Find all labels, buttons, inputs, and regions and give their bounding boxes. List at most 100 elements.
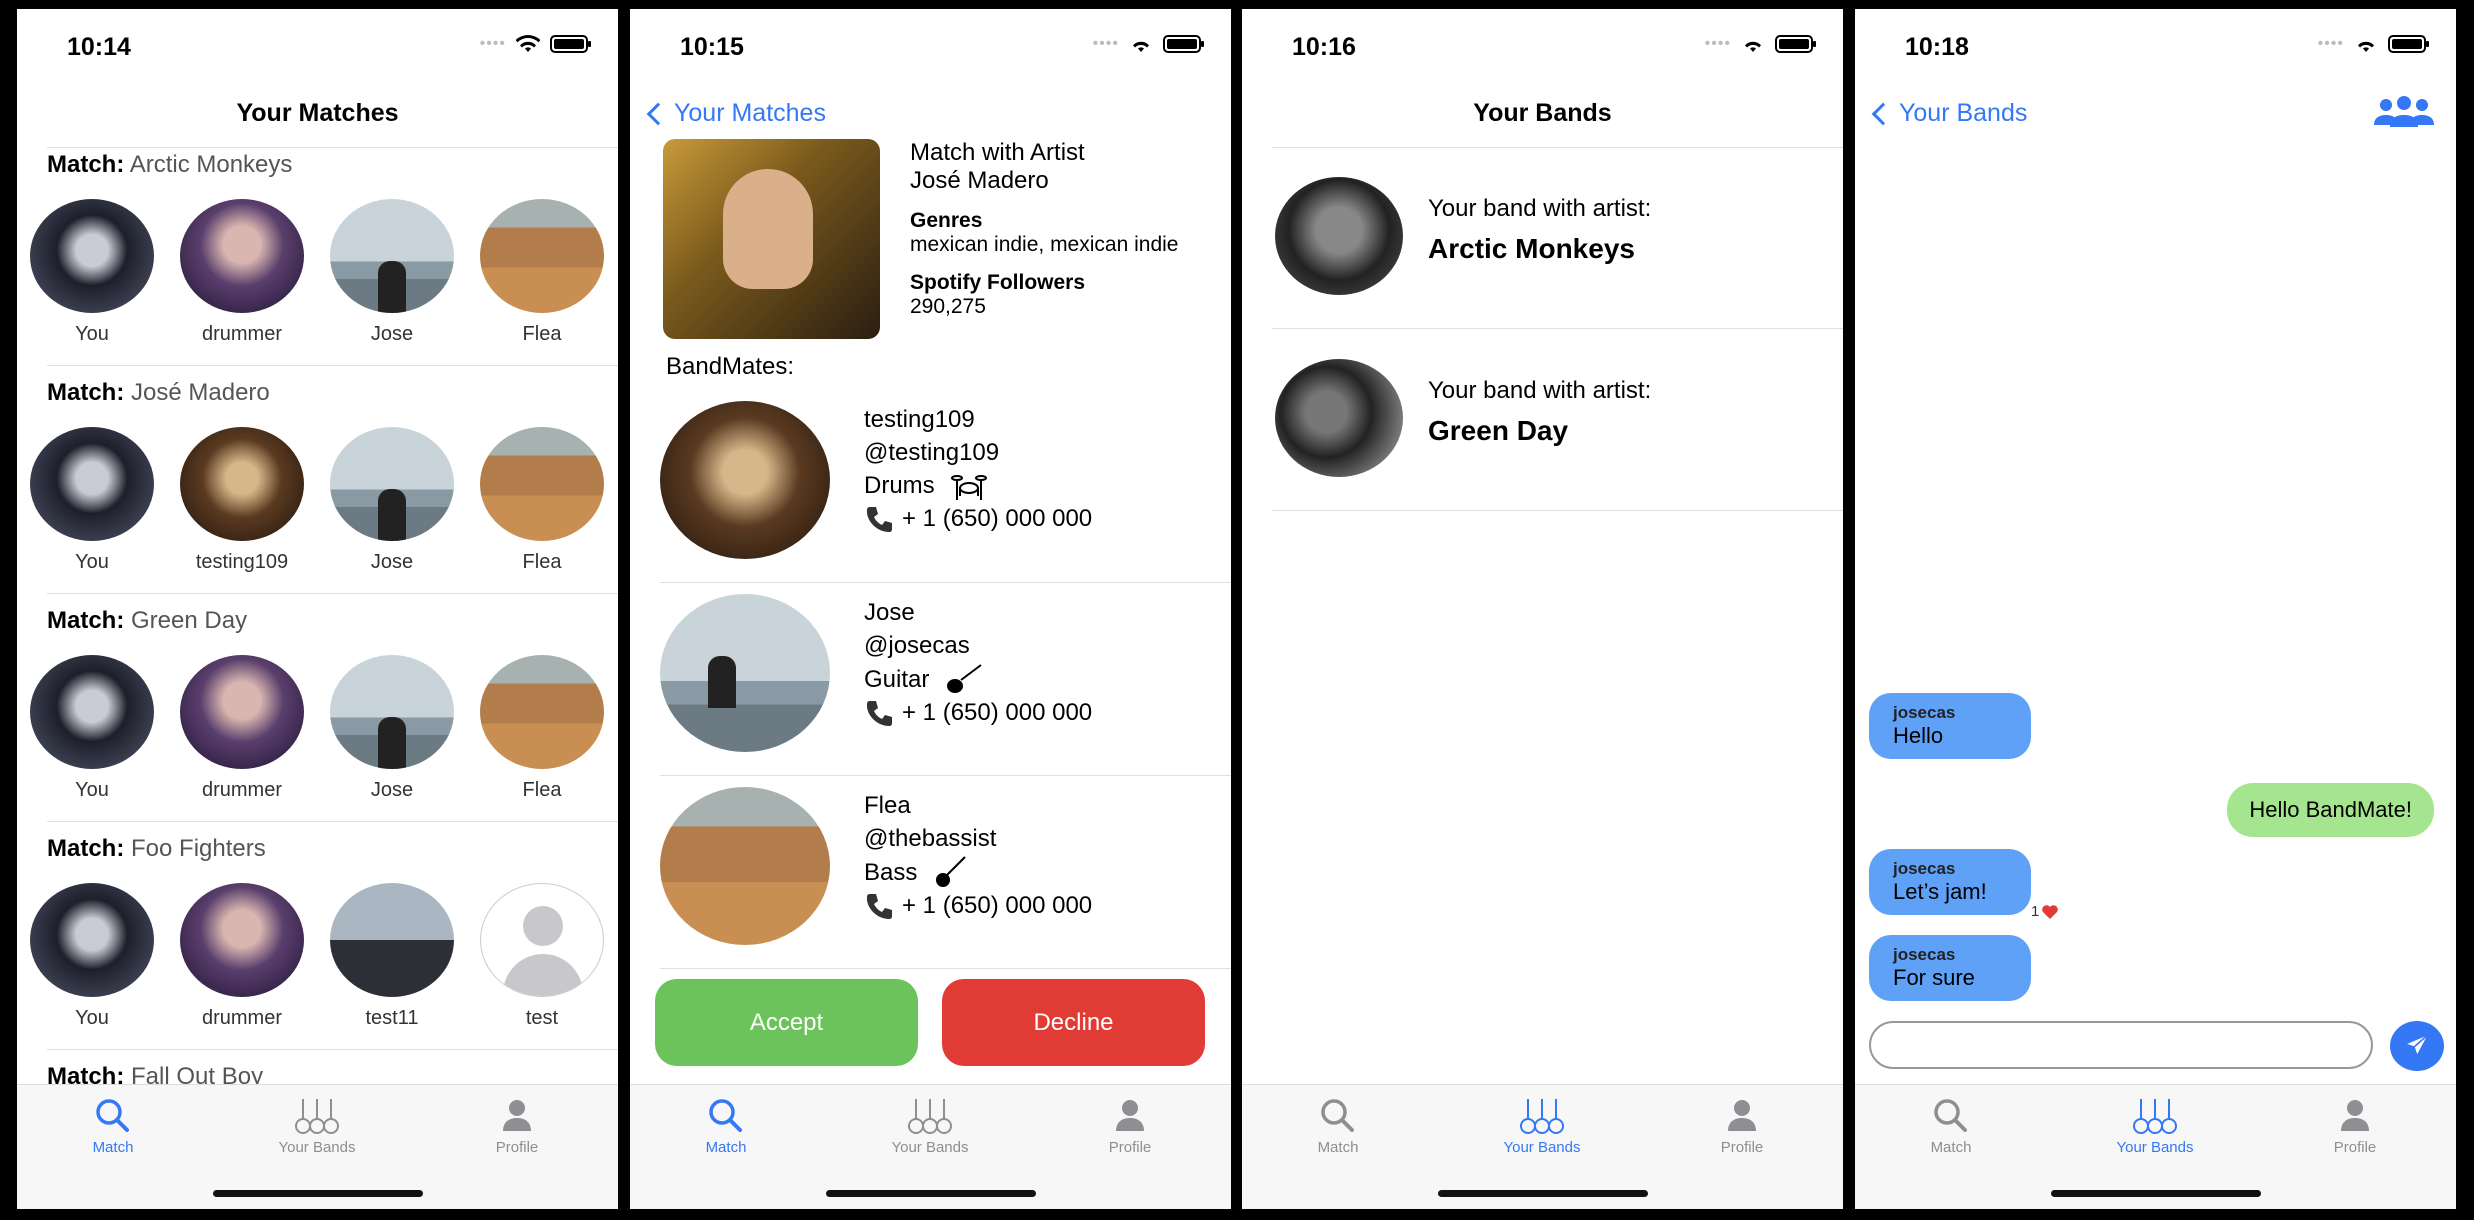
- member-name: Jose: [370, 551, 414, 573]
- band-row[interactable]: Your band with artist: Arctic Monkeys: [1242, 147, 1843, 329]
- match-label: Match:: [47, 835, 125, 862]
- member-tile[interactable]: You: [27, 883, 157, 1030]
- member-name: Flea: [522, 323, 562, 345]
- heart-icon: [2042, 904, 2059, 919]
- member-tile[interactable]: Flea: [477, 427, 607, 574]
- home-indicator: [825, 1190, 1036, 1197]
- tab-profile[interactable]: Profile: [1060, 1097, 1200, 1156]
- bass-icon: [936, 856, 967, 887]
- tab-match[interactable]: Match: [656, 1097, 796, 1156]
- search-icon: [96, 1099, 129, 1132]
- avatar: [30, 427, 154, 541]
- member-tile[interactable]: Flea: [477, 199, 607, 346]
- member-tile[interactable]: drummer: [177, 199, 307, 346]
- wifi-icon: [1745, 41, 1761, 52]
- status-bar: 10:14 ••••: [17, 9, 618, 79]
- message-text: Hello: [1893, 723, 1944, 748]
- band-details: Your band with artist: Green Day: [1428, 377, 1651, 447]
- member-name: You: [75, 551, 109, 573]
- tab-bar: Match Your Bands Profile: [1855, 1084, 2456, 1209]
- tab-match[interactable]: Match: [1268, 1097, 1408, 1156]
- home-indicator: [1437, 1190, 1648, 1197]
- bandmate-phone[interactable]: + 1 (650) 000 000: [864, 502, 1092, 535]
- nav-bar: Your Matches: [630, 79, 1231, 147]
- member-tile[interactable]: Jose: [327, 199, 457, 346]
- tab-profile[interactable]: Profile: [1672, 1097, 1812, 1156]
- match-header: Match: Arctic Monkeys: [47, 151, 292, 179]
- tab-match[interactable]: Match: [1881, 1097, 2021, 1156]
- member-tile[interactable]: drummer: [177, 883, 307, 1030]
- member-tile[interactable]: You: [27, 199, 157, 346]
- member-name: test: [525, 1007, 559, 1029]
- member-tile[interactable]: Jose: [327, 427, 457, 574]
- drums-icon: [950, 474, 987, 500]
- battery-icon: [2388, 35, 2429, 53]
- status-icons: ••••: [1705, 35, 1816, 53]
- tab-your-bands[interactable]: Your Bands: [2085, 1097, 2225, 1156]
- back-button[interactable]: Your Bands: [1869, 99, 2027, 128]
- member-tile[interactable]: test11: [327, 883, 457, 1030]
- chat-bubble-received: josecas For sure: [1869, 935, 2031, 1001]
- tab-your-bands[interactable]: Your Bands: [247, 1097, 387, 1156]
- tab-label: Profile: [1108, 1139, 1152, 1156]
- avatar: [330, 655, 454, 769]
- role-label: Drums: [864, 472, 935, 499]
- tab-label: Profile: [2333, 1139, 2377, 1156]
- tab-profile[interactable]: Profile: [447, 1097, 587, 1156]
- avatar: [30, 883, 154, 997]
- member-tile[interactable]: You: [27, 427, 157, 574]
- back-button[interactable]: Your Matches: [644, 99, 826, 128]
- member-name: testing109: [195, 551, 289, 573]
- battery-icon: [1163, 35, 1204, 53]
- bandmate-role: Drums: [864, 469, 1092, 502]
- bandmate-row[interactable]: testing109 @testing109 Drums + 1 (650) 0…: [630, 393, 1231, 583]
- screen-your-matches: 10:14 •••• Your Matches Match: Arctic Mo…: [17, 9, 618, 1209]
- message-input[interactable]: [1869, 1021, 2373, 1069]
- tab-profile[interactable]: Profile: [2285, 1097, 2425, 1156]
- tab-label: Profile: [1720, 1139, 1764, 1156]
- member-tile[interactable]: You: [27, 655, 157, 802]
- phone-icon: [866, 506, 892, 532]
- home-indicator: [212, 1190, 423, 1197]
- message-text: For sure: [1893, 965, 1975, 990]
- decline-button[interactable]: Decline: [942, 979, 1205, 1066]
- member-tile[interactable]: Flea: [477, 655, 607, 802]
- match-header: Match: Green Day: [47, 607, 247, 635]
- send-button[interactable]: [2390, 1021, 2444, 1071]
- bandmate-details: testing109 @testing109 Drums + 1 (650) 0…: [864, 403, 1092, 535]
- bandmate-details: Flea @thebassist Bass + 1 (650) 000 000: [864, 789, 1092, 922]
- avatar: [330, 199, 454, 313]
- tab-label: Your Bands: [278, 1139, 356, 1156]
- avatar: [480, 199, 604, 313]
- accept-button[interactable]: Accept: [655, 979, 918, 1066]
- status-bar: 10:16 ••••: [1242, 9, 1843, 79]
- member-tile[interactable]: testing109: [177, 427, 307, 574]
- wifi-icon: [516, 35, 540, 52]
- reaction-badge[interactable]: 1: [2031, 903, 2059, 920]
- avatar: [180, 655, 304, 769]
- band-row[interactable]: Your band with artist: Green Day: [1242, 329, 1843, 511]
- member-name: Jose: [370, 779, 414, 801]
- tab-your-bands[interactable]: Your Bands: [1472, 1097, 1612, 1156]
- band-artist: Green Day: [1428, 415, 1569, 446]
- member-name: Flea: [522, 779, 562, 801]
- member-tile[interactable]: Jose: [327, 655, 457, 802]
- group-members-icon[interactable]: [2372, 95, 2436, 129]
- tab-your-bands[interactable]: Your Bands: [860, 1097, 1000, 1156]
- status-icons: ••••: [2318, 35, 2429, 53]
- guitars-icon: [908, 1099, 952, 1134]
- band-label: Your band with artist:: [1428, 377, 1652, 404]
- bandmate-role: Bass: [864, 855, 1092, 889]
- member-tile[interactable]: drummer: [177, 655, 307, 802]
- bandmate-details: Jose @josecas Guitar + 1 (650) 000 000: [864, 596, 1092, 729]
- band-artist: Arctic Monkeys: [1428, 233, 1635, 264]
- bandmate-phone[interactable]: + 1 (650) 000 000: [864, 696, 1092, 729]
- tab-match[interactable]: Match: [43, 1097, 183, 1156]
- divider: [47, 821, 618, 822]
- member-name: Flea: [522, 551, 562, 573]
- member-tile[interactable]: test: [477, 883, 607, 1030]
- bandmate-role: Guitar: [864, 662, 1092, 696]
- bandmate-row[interactable]: Flea @thebassist Bass + 1 (650) 000 000: [630, 779, 1231, 969]
- bandmate-row[interactable]: Jose @josecas Guitar + 1 (650) 000 000: [630, 586, 1231, 776]
- bandmate-phone[interactable]: + 1 (650) 000 000: [864, 889, 1092, 922]
